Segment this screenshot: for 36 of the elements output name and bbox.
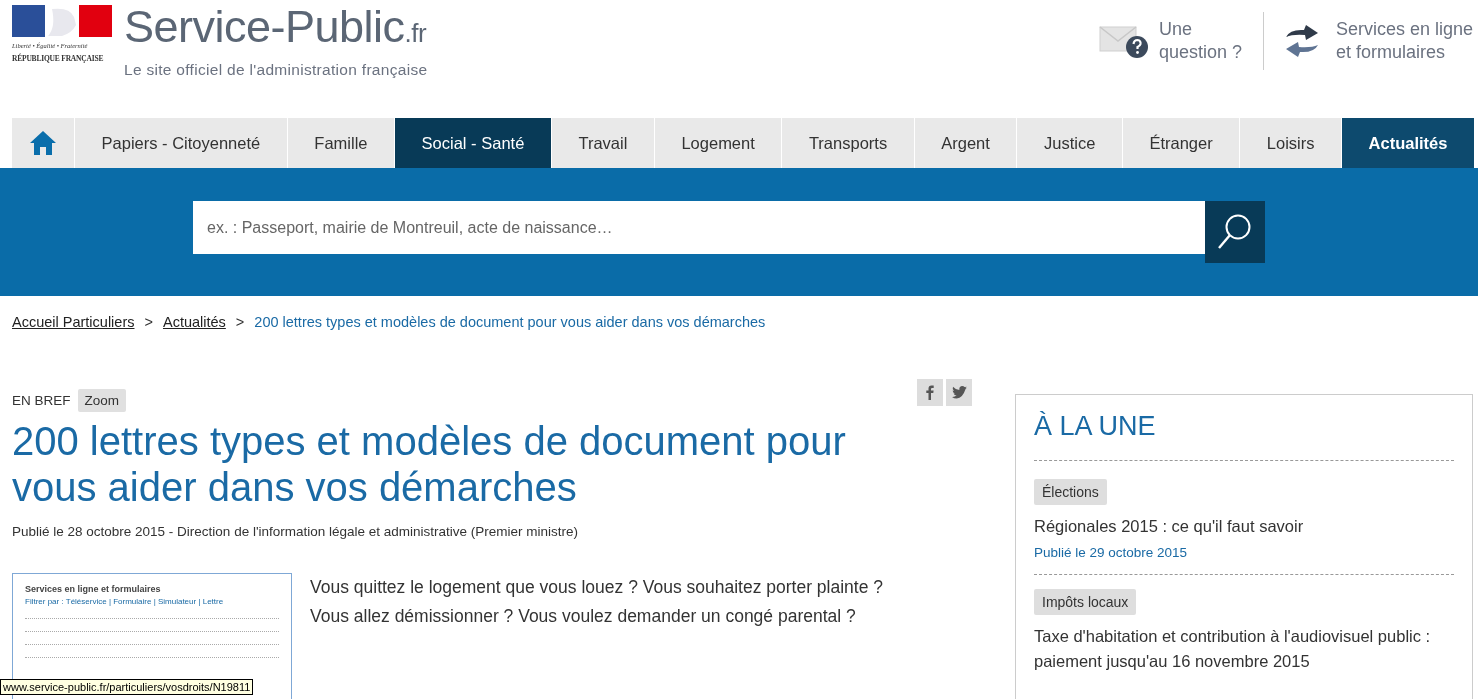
breadcrumb-separator: > [144,314,153,330]
nav-tab[interactable]: Social - Santé [395,118,552,168]
header-link[interactable]: Une question ? [1099,18,1249,64]
envelope-question-icon [1099,23,1149,59]
category-label: EN BREF [12,392,71,408]
nav-tab[interactable]: Actualités [1342,118,1475,168]
flag-icon [12,5,112,37]
breadcrumb-separator: > [235,314,245,330]
breadcrumb-current[interactable]: 200 lettres types et modèles de document pour vous aider dans vos démarches [254,314,766,330]
publish-date: Publié le 29 octobre 2015 [1034,545,1188,560]
news-link[interactable]: Régionales 2015 : ce qu'il faut savoir [1034,514,1304,539]
breadcrumb-link[interactable]: Accueil Particuliers [12,314,135,330]
breadcrumb-link[interactable]: Actualités [162,314,226,330]
intro-text: Vous allez démissionner ? Vous voulez demander un congé parental ? [310,605,857,628]
link-url-tooltip: www.service-public.fr/particuliers/vosdroits/N19811 [0,679,254,695]
site-tagline: Le site officiel de l'administration française [124,61,428,79]
intro-text: Vous quittez le logement que vous louez ? Vous souhaitez porter plainte ? [310,576,884,599]
facebook-icon [926,384,934,400]
preview-title: Services en ligne et formulaires [25,584,162,594]
facebook-share-button[interactable] [917,378,943,406]
news-link[interactable]: Taxe d'habitation et contribution à l'audiovisuel public : paiement jusqu'au 16 novembre 2015 [1034,624,1454,674]
preview-filter: Filtrer par : Téléservice | Formulaire | Simulateur | Lettre [25,597,225,606]
topic-tag: Impôts locaux [1034,589,1137,615]
search-icon [1217,213,1253,251]
panel-title: À LA UNE [1034,411,1454,461]
article-byline: Publié le 28 octobre 2015 - Direction de l'information légale et administrative (Premier ministre) [12,524,580,539]
search-field[interactable]: ex. : Passeport, mairie de Montreuil, acte de naissance… [193,201,1205,254]
twitter-share-button[interactable] [946,378,972,406]
home-icon [29,130,57,156]
header-link[interactable]: Services en ligne et formulaires [1278,18,1478,64]
zoom-tag: Zoom [77,388,127,412]
search-button[interactable] [1205,201,1265,263]
article-title: 200 lettres types et modèles de document pour vous aider dans vos démarches [12,418,847,510]
site-name[interactable]: Service-Public.fr [124,5,428,55]
topic-tag: Élections [1034,479,1107,505]
bird-icon [951,385,967,399]
